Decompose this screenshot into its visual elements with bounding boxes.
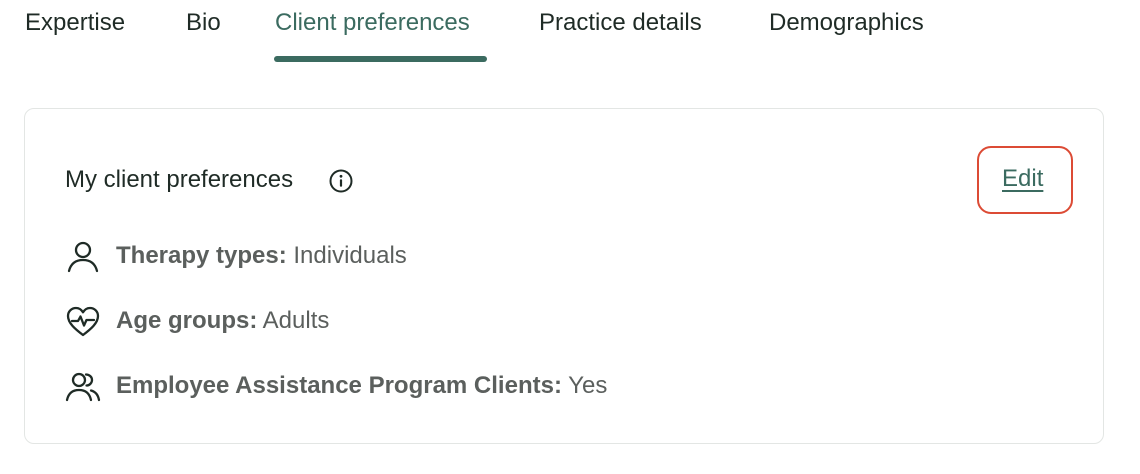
row-value: Yes: [561, 372, 608, 399]
tab-client-preferences[interactable]: Client preferences: [275, 8, 470, 38]
row-label: Age groups:: [116, 307, 258, 334]
tab-bar: Expertise Bio Client preferences Practic…: [0, 0, 1140, 70]
tab-demographics[interactable]: Demographics: [769, 8, 924, 38]
row-label: Employee Assistance Program Clients:: [116, 372, 562, 399]
heart-pulse-icon: [66, 306, 100, 337]
row-label: Therapy types:: [116, 242, 287, 269]
edit-link[interactable]: Edit: [1002, 164, 1043, 194]
row-value: Individuals: [286, 242, 407, 269]
tab-practice-details[interactable]: Practice details: [539, 8, 702, 38]
tab-expertise[interactable]: Expertise: [25, 8, 125, 38]
users-icon: [65, 372, 101, 402]
card-title: My client preferences: [65, 166, 294, 193]
tab-bio[interactable]: Bio: [186, 8, 221, 38]
info-icon[interactable]: [328, 168, 354, 194]
row-value: Adults: [257, 307, 330, 334]
client-preferences-card: My client preferences Edit Therapy types…: [24, 108, 1104, 444]
active-tab-indicator: [274, 56, 487, 62]
person-icon: [67, 241, 99, 273]
